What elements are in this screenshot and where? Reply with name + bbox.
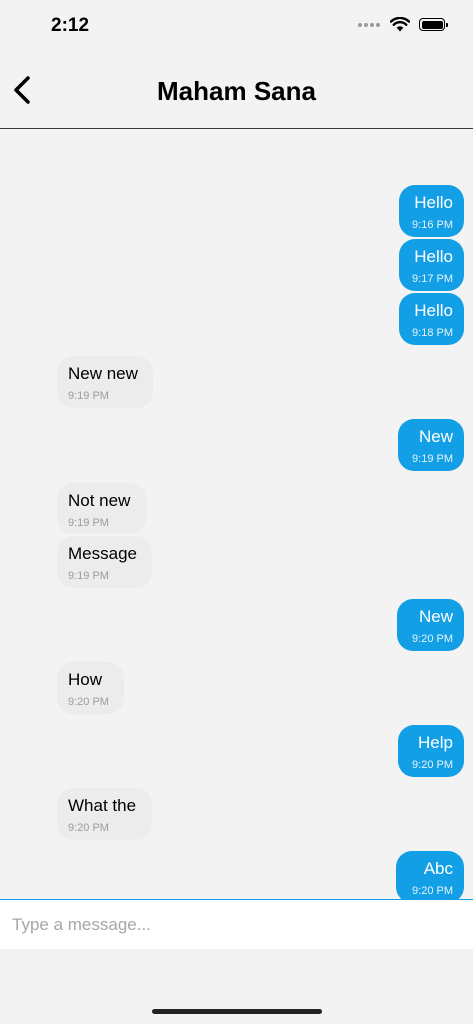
message-bubble-incoming[interactable]: Message 9:19 PM — [57, 536, 152, 588]
message-bubble-outgoing[interactable]: Hello 9:18 PM — [399, 293, 464, 345]
message-text: Hello — [414, 193, 453, 212]
cellular-signal-icon — [358, 22, 380, 27]
message-timestamp: 9:20 PM — [68, 822, 109, 834]
message-text: Help — [418, 733, 453, 752]
message-text: New — [418, 427, 453, 446]
message-timestamp: 9:16 PM — [412, 219, 453, 231]
message-text: Hello — [414, 247, 453, 266]
status-time: 2:12 — [51, 15, 90, 36]
message-timestamp: 9:19 PM — [412, 453, 453, 465]
message-bubble-incoming[interactable]: How 9:20 PM — [57, 662, 124, 714]
message-bubble-outgoing[interactable]: Help 9:20 PM — [398, 725, 464, 777]
message-text: Not new — [68, 491, 131, 510]
message-text: New — [418, 607, 453, 626]
message-bubble-outgoing[interactable]: New 9:20 PM — [397, 599, 464, 651]
message-timestamp: 9:19 PM — [68, 517, 109, 529]
battery-icon — [419, 18, 448, 31]
message-bubble-incoming[interactable]: Not new 9:19 PM — [57, 483, 146, 534]
message-list[interactable]: Hello 9:16 PM Hello 9:17 PM Hello 9:18 P… — [0, 130, 473, 899]
message-composer — [0, 899, 473, 949]
message-bubble-incoming[interactable]: New new 9:19 PM — [57, 356, 153, 408]
message-timestamp: 9:19 PM — [68, 390, 109, 402]
message-bubble-incoming[interactable]: What the 9:20 PM — [57, 788, 152, 840]
message-timestamp: 9:17 PM — [412, 273, 453, 285]
message-timestamp: 9:20 PM — [412, 759, 453, 771]
chat-title: Maham Sana — [157, 76, 316, 106]
home-indicator[interactable] — [152, 1009, 322, 1014]
message-bubble-outgoing[interactable]: Abc 9:20 PM — [396, 851, 464, 899]
status-icons — [358, 17, 448, 32]
message-text: How — [68, 670, 103, 689]
message-timestamp: 9:20 PM — [412, 633, 453, 645]
message-timestamp: 9:18 PM — [412, 327, 453, 339]
chat-header: Maham Sana — [0, 52, 473, 129]
message-timestamp: 9:20 PM — [412, 885, 453, 897]
wifi-icon — [390, 17, 410, 32]
message-text: Message — [68, 544, 137, 563]
message-bubble-outgoing[interactable]: New 9:19 PM — [398, 419, 464, 471]
message-text: What the — [68, 796, 137, 815]
message-timestamp: 9:20 PM — [68, 696, 109, 708]
message-bubble-outgoing[interactable]: Hello 9:17 PM — [399, 239, 464, 291]
message-timestamp: 9:19 PM — [68, 570, 109, 582]
message-text: New new — [68, 364, 138, 383]
message-text: Hello — [414, 301, 453, 320]
status-bar: 2:12 — [0, 0, 473, 52]
message-input[interactable] — [0, 900, 473, 949]
message-bubble-outgoing[interactable]: Hello 9:16 PM — [399, 185, 464, 237]
message-text: Abc — [423, 859, 453, 878]
